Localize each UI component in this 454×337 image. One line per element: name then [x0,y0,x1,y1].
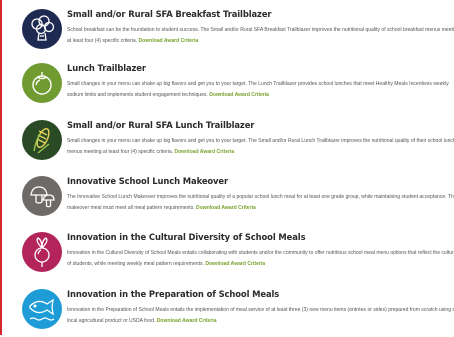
mushroom-icon [22,176,62,216]
award-title: Lunch Trailblazer [67,63,146,73]
award-meal-preparation: Innovation in the Preparation of School … [22,289,454,337]
award-title: Small and/or Rural SFA Lunch Trailblazer [67,120,255,130]
award-description: Small changes in your menu can shake up … [67,81,449,98]
award-lunch-makeover: Innovative School Lunch Makeover The Inn… [22,176,454,224]
award-description: School breakfast can be the foundation t… [67,27,454,44]
award-title: Small and/or Rural SFA Breakfast Trailbl… [67,9,272,19]
award-description: The Innovative School Lunch Makeover imp… [67,194,454,211]
award-description: Small changes in your menu can shake up … [67,138,454,155]
page-border [0,0,2,335]
award-title: Innovative School Lunch Makeover [67,176,229,186]
award-breakfast-trailblazer: Small and/or Rural SFA Breakfast Trailbl… [22,9,454,57]
download-criteria-link[interactable]: Download Award Criteria [205,261,265,267]
award-description: Innovation in the Preparation of School … [67,307,454,324]
radish-icon [22,232,62,272]
award-lunch-trailblazer: Lunch Trailblazer Small changes in your … [22,63,454,111]
award-rural-lunch-trailblazer: Small and/or Rural SFA Lunch Trailblazer… [22,120,454,168]
corn-icon [22,120,62,160]
download-criteria-link[interactable]: Download Award Criteria [139,38,199,44]
award-title: Innovation in the Cultural Diversity of … [67,232,306,242]
award-description: Innovation in the Cultural Diversity of … [67,250,454,267]
award-title: Innovation in the Preparation of School … [67,289,280,299]
fish-icon [22,289,62,329]
download-criteria-link[interactable]: Download Award Criteria [174,149,234,155]
tomato-icon [22,63,62,103]
download-criteria-link[interactable]: Download Award Criteria [157,318,217,324]
broccoli-icon [22,9,62,49]
award-cultural-diversity: Innovation in the Cultural Diversity of … [22,232,454,280]
download-criteria-link[interactable]: Download Award Criteria [196,205,256,211]
download-criteria-link[interactable]: Download Award Criteria [209,92,269,98]
